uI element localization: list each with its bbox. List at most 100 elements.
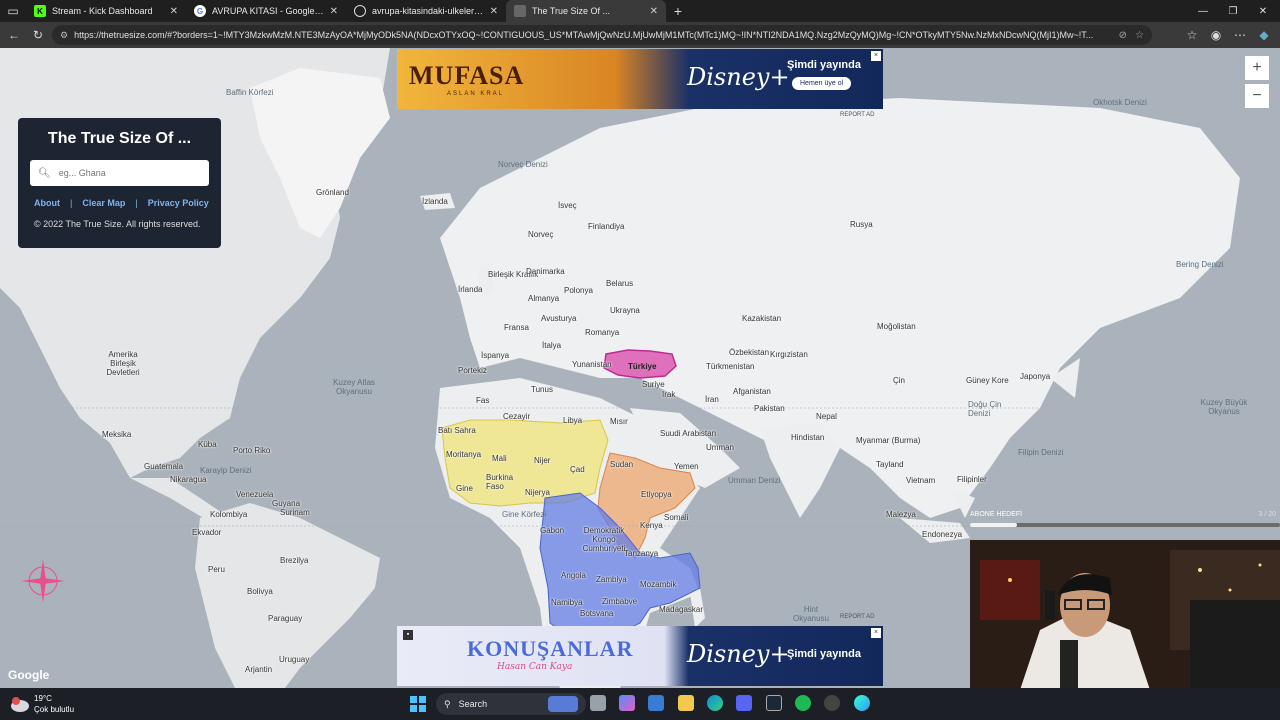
country-label: Umman xyxy=(706,443,735,452)
country-label: Küba xyxy=(198,440,217,449)
zoom-in-button[interactable]: + xyxy=(1245,56,1269,80)
file-explorer-icon[interactable] xyxy=(678,695,694,711)
weather-temp: 19°C xyxy=(34,694,52,703)
taskbar-search[interactable]: ⚲ Search xyxy=(436,693,586,715)
country-label: Angola xyxy=(561,571,586,580)
obs-icon[interactable] xyxy=(824,695,840,711)
ad-subscribe-button[interactable]: Hemen üye ol xyxy=(792,77,852,90)
store-icon[interactable] xyxy=(648,695,664,711)
country-label: Grönland xyxy=(316,188,349,197)
copilot-icon[interactable] xyxy=(619,695,635,711)
zoom-out-button[interactable]: − xyxy=(1245,84,1269,108)
country-label: Rusya xyxy=(850,220,873,229)
refresh-icon[interactable]: ↻ xyxy=(26,23,50,47)
back-icon[interactable]: ← xyxy=(2,23,26,47)
country-label: Surinam xyxy=(280,508,310,517)
ad-banner-bottom[interactable]: ▪ KONUŞANLAR Hasan Can Kaya Disney+ Şimd… xyxy=(397,626,883,686)
country-label: Kenya xyxy=(640,521,663,530)
ad-banner-top[interactable]: MUFASA ASLAN KRAL Disney+ Şimdi yayında … xyxy=(397,49,883,109)
country-label: Gabon xyxy=(540,526,565,535)
country-label: Özbekistan xyxy=(729,348,770,357)
country-search-input[interactable] xyxy=(58,168,199,178)
sea-label: Kuzey Büyük Okyanus xyxy=(1200,398,1248,416)
discord-icon[interactable] xyxy=(736,695,752,711)
extension-icon[interactable]: ⊘ xyxy=(1119,30,1127,41)
privacy-policy-link[interactable]: Privacy Policy xyxy=(148,198,209,208)
country-label: Etiyopya xyxy=(641,490,672,499)
sea-label: Baffin Körfezi xyxy=(226,88,274,97)
country-label: Moğolistan xyxy=(877,322,916,331)
country-label: Romanya xyxy=(585,328,620,337)
close-tab-icon[interactable]: ✕ xyxy=(490,6,498,17)
google-icon: G xyxy=(194,5,206,17)
profile-icon[interactable]: ◉ xyxy=(1204,23,1228,47)
close-window-button[interactable]: ✕ xyxy=(1246,0,1280,22)
country-label: Meksika xyxy=(102,430,132,439)
weather-widget[interactable]: 19°C Çok bulutlu xyxy=(10,693,90,715)
browser-icon[interactable] xyxy=(854,695,870,711)
maximize-button[interactable]: ❐ xyxy=(1216,0,1250,22)
windows-start-icon[interactable] xyxy=(410,696,426,712)
country-label: Uruguay xyxy=(279,655,310,664)
close-tab-icon[interactable]: ✕ xyxy=(330,6,338,17)
tab-truesize[interactable]: The True Size Of ... ✕ xyxy=(506,0,666,22)
weather-desc: Çok bulutlu xyxy=(34,705,75,714)
country-label: Türkmenistan xyxy=(706,362,755,371)
country-label: İran xyxy=(705,395,719,404)
report-ad-link[interactable]: REPORT AD xyxy=(840,112,874,118)
steam-icon[interactable] xyxy=(766,695,782,711)
country-label: Japonya xyxy=(1020,372,1051,381)
country-label: Pakistan xyxy=(754,404,785,413)
tab-strip: ▭ K Stream - Kick Dashboard ✕ G AVRUPA K… xyxy=(0,0,1280,22)
report-ad-link[interactable]: REPORT AD xyxy=(840,614,874,620)
disney-plus-logo: Disney+ xyxy=(687,640,790,668)
country-label: Madagaskar xyxy=(659,605,704,614)
tab-actions-icon[interactable]: ▭ xyxy=(0,0,26,23)
url-text[interactable]: https://thetruesize.com/#?borders=1~!MTY… xyxy=(74,30,1119,40)
country-label: Finlandiya xyxy=(588,222,625,231)
address-bar[interactable]: ⚙ https://thetruesize.com/#?borders=1~!M… xyxy=(52,25,1152,45)
tab-title: avrupa-kitasindaki-ulkeler-hangil xyxy=(372,6,484,16)
link-separator: | xyxy=(70,198,73,208)
country-label: Peru xyxy=(208,565,225,574)
country-label: Myanmar (Burma) xyxy=(856,436,921,445)
task-view-icon[interactable] xyxy=(590,695,606,711)
info-panel: The True Size Of ... 🔍︎ About | Clear Ma… xyxy=(18,118,221,248)
sea-label: Hint Okyanusu xyxy=(792,605,830,623)
country-label: Burkina Faso xyxy=(486,473,514,491)
compass-icon[interactable] xyxy=(18,556,68,606)
country-label: Sudan xyxy=(610,460,634,469)
about-link[interactable]: About xyxy=(34,198,60,208)
copilot-icon[interactable]: ◆ xyxy=(1252,23,1276,47)
ad-close-icon[interactable]: × xyxy=(871,51,881,61)
tab-google[interactable]: G AVRUPA KITASI - Google'da Ara ✕ xyxy=(186,0,346,22)
menu-icon[interactable]: ⋯ xyxy=(1228,23,1252,47)
new-tab-button[interactable]: + xyxy=(666,0,690,23)
tab-kick[interactable]: K Stream - Kick Dashboard ✕ xyxy=(26,0,186,22)
country-label: Tunus xyxy=(531,385,553,394)
country-label: Fas xyxy=(476,396,490,405)
close-tab-icon[interactable]: ✕ xyxy=(170,6,178,17)
star-icon[interactable]: ☆ xyxy=(1135,30,1144,41)
tab-avrupa[interactable]: avrupa-kitasindaki-ulkeler-hangil ✕ xyxy=(346,0,506,22)
close-tab-icon[interactable]: ✕ xyxy=(650,6,658,17)
favorites-icon[interactable]: ☆ xyxy=(1180,23,1204,47)
clear-map-link[interactable]: Clear Map xyxy=(82,198,125,208)
minimize-button[interactable]: — xyxy=(1186,0,1220,22)
edge-icon[interactable] xyxy=(707,695,723,711)
subscriber-goal: ABONE HEDEFİ 3 / 20 xyxy=(970,510,1280,532)
spotify-icon[interactable] xyxy=(795,695,811,711)
country-label: Hindistan xyxy=(791,433,825,442)
country-label: Çin xyxy=(893,376,906,385)
country-label: Demokratik Kongo Cumhuriyeti xyxy=(582,526,626,553)
ad-cta: Şimdi yayında xyxy=(787,648,861,660)
sea-label: Okhotsk Denizi xyxy=(1093,98,1147,107)
site-info-icon[interactable]: ⚙ xyxy=(60,30,68,41)
sea-label: Filipin Denizi xyxy=(1018,448,1064,457)
country-label: Belarus xyxy=(606,279,634,288)
country-search-box[interactable]: 🔍︎ xyxy=(30,160,209,186)
country-label: İzlanda xyxy=(422,197,448,206)
country-label: Arjantin xyxy=(245,665,273,674)
ad-close-icon[interactable]: × xyxy=(871,628,881,638)
country-label: Nijerya xyxy=(525,488,550,497)
